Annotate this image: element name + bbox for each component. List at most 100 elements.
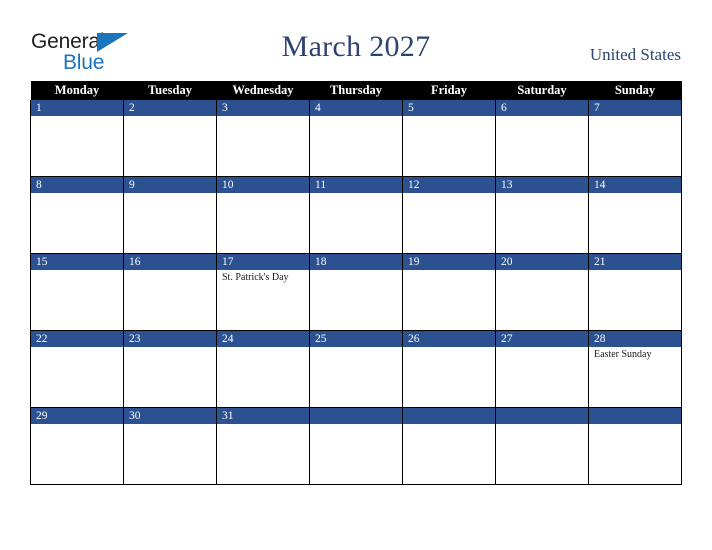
calendar-day-cell[interactable]: 19: [402, 253, 496, 331]
calendar-day-cell[interactable]: 5: [402, 100, 496, 177]
day-events: [217, 424, 309, 426]
day-number-bar: 26: [403, 331, 495, 347]
day-events: [589, 270, 681, 272]
calendar-day-cell[interactable]: 16: [123, 253, 217, 331]
day-cell-inner: 27: [496, 331, 588, 407]
calendar-day-cell[interactable]: 30: [123, 407, 217, 485]
day-cell-inner: 13: [496, 177, 588, 253]
calendar-grid-wrapper: Monday Tuesday Wednesday Thursday Friday…: [30, 81, 682, 485]
calendar-day-cell[interactable]: 10: [216, 176, 310, 254]
calendar-day-cell[interactable]: [402, 407, 496, 485]
day-cell-inner: 3: [217, 100, 309, 176]
calendar-day-cell[interactable]: [495, 407, 589, 485]
calendar-day-cell[interactable]: 12: [402, 176, 496, 254]
weekday-header-thursday: Thursday: [309, 81, 403, 100]
day-events: [31, 116, 123, 118]
day-events: [124, 347, 216, 349]
day-cell-inner: 22: [31, 331, 123, 407]
holiday-label: St. Patrick's Day: [222, 272, 289, 283]
day-number-bar: 29: [31, 408, 123, 424]
day-number-bar: 13: [496, 177, 588, 193]
calendar-day-cell[interactable]: 20: [495, 253, 589, 331]
day-number-bar: 18: [310, 254, 402, 270]
calendar-day-cell[interactable]: 22: [30, 330, 124, 408]
day-number-bar: 3: [217, 100, 309, 116]
calendar-day-cell[interactable]: 15: [30, 253, 124, 331]
calendar-table: Monday Tuesday Wednesday Thursday Friday…: [30, 81, 682, 485]
day-events: [310, 116, 402, 118]
calendar-day-cell[interactable]: 24: [216, 330, 310, 408]
day-number-bar: 19: [403, 254, 495, 270]
day-number-bar: 16: [124, 254, 216, 270]
day-number-bar-empty: [496, 408, 588, 424]
calendar-day-cell[interactable]: 21: [588, 253, 682, 331]
calendar-day-cell[interactable]: 1: [30, 100, 124, 177]
calendar-day-cell[interactable]: 4: [309, 100, 403, 177]
weekday-header-row: Monday Tuesday Wednesday Thursday Friday…: [30, 81, 682, 100]
calendar-day-cell[interactable]: 27: [495, 330, 589, 408]
day-events: [31, 424, 123, 426]
day-events: [124, 116, 216, 118]
calendar-day-cell[interactable]: 2: [123, 100, 217, 177]
day-events: [217, 116, 309, 118]
day-number-bar: 30: [124, 408, 216, 424]
day-events: [589, 193, 681, 195]
day-cell-inner: 23: [124, 331, 216, 407]
day-events: [496, 270, 588, 272]
day-events: [31, 193, 123, 195]
day-events: [403, 424, 495, 426]
day-events: [403, 193, 495, 195]
calendar-day-cell[interactable]: 31: [216, 407, 310, 485]
day-events: [403, 347, 495, 349]
day-number-bar: 10: [217, 177, 309, 193]
calendar-week-row: 15 16 17 St. Patrick's Day 18 19 20 21: [30, 253, 682, 331]
calendar-day-cell[interactable]: [309, 407, 403, 485]
day-cell-inner: 7: [589, 100, 681, 176]
calendar-day-cell[interactable]: 13: [495, 176, 589, 254]
calendar-week-row: 1234567: [30, 100, 682, 177]
day-events: [124, 193, 216, 195]
day-number-bar: 27: [496, 331, 588, 347]
day-cell-inner: 5: [403, 100, 495, 176]
day-events: [31, 347, 123, 349]
calendar-day-cell[interactable]: 26: [402, 330, 496, 408]
calendar-week-row: 29 30 31: [30, 407, 682, 485]
calendar-day-cell[interactable]: 29: [30, 407, 124, 485]
calendar-day-cell[interactable]: [588, 407, 682, 485]
calendar-weekday-header: Monday Tuesday Wednesday Thursday Friday…: [30, 81, 682, 100]
day-cell-inner: [310, 408, 402, 484]
calendar-day-cell[interactable]: 6: [495, 100, 589, 177]
day-cell-inner: 26: [403, 331, 495, 407]
day-cell-inner: 29: [31, 408, 123, 484]
calendar-day-cell[interactable]: 7: [588, 100, 682, 177]
page-header: General Blue March 2027 United States: [0, 0, 712, 80]
calendar-day-cell[interactable]: 8: [30, 176, 124, 254]
day-events: [124, 270, 216, 272]
calendar-day-cell[interactable]: 17 St. Patrick's Day: [216, 253, 310, 331]
calendar-day-cell[interactable]: 3: [216, 100, 310, 177]
day-cell-inner: 28 Easter Sunday: [589, 331, 681, 407]
day-number-bar-empty: [589, 408, 681, 424]
day-number-bar: 7: [589, 100, 681, 116]
weekday-header-wednesday: Wednesday: [216, 81, 310, 100]
day-number-bar: 5: [403, 100, 495, 116]
day-cell-inner: 4: [310, 100, 402, 176]
day-cell-inner: [589, 408, 681, 484]
calendar-day-cell[interactable]: 9: [123, 176, 217, 254]
day-cell-inner: 10: [217, 177, 309, 253]
day-number-bar: 17: [217, 254, 309, 270]
day-number-bar: 4: [310, 100, 402, 116]
day-cell-inner: 31: [217, 408, 309, 484]
calendar-day-cell[interactable]: 23: [123, 330, 217, 408]
calendar-day-cell[interactable]: 14: [588, 176, 682, 254]
day-cell-inner: 30: [124, 408, 216, 484]
calendar-day-cell[interactable]: 25: [309, 330, 403, 408]
day-events: [496, 116, 588, 118]
calendar-day-cell[interactable]: 11: [309, 176, 403, 254]
day-events: [31, 270, 123, 272]
day-number-bar: 23: [124, 331, 216, 347]
calendar-day-cell[interactable]: 28 Easter Sunday: [588, 330, 682, 408]
calendar-day-cell[interactable]: 18: [309, 253, 403, 331]
day-cell-inner: 21: [589, 254, 681, 330]
holiday-label: Easter Sunday: [594, 349, 652, 360]
